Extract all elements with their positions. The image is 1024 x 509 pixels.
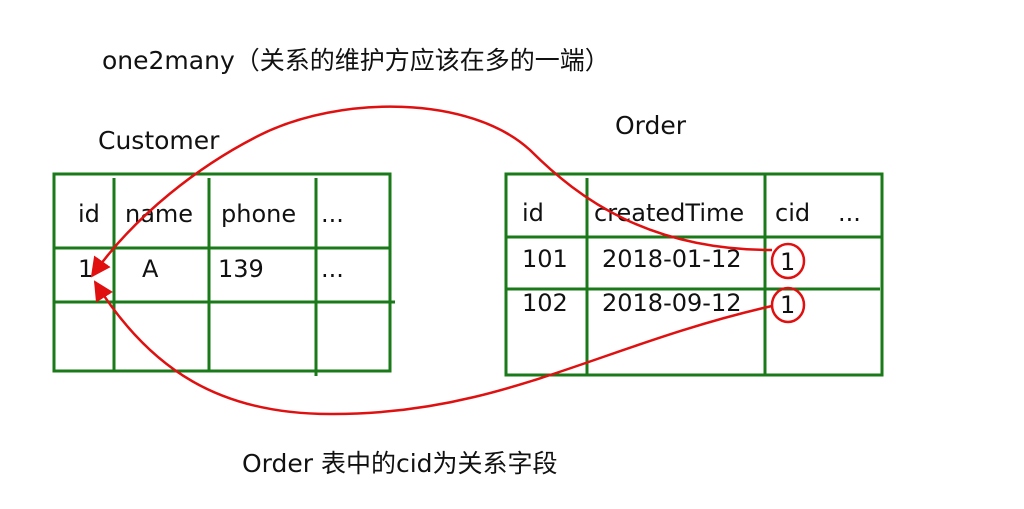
order-header-createdtime: createdTime [594,199,744,227]
customer-cell-name: A [142,255,159,283]
customer-header-more: ... [321,200,344,228]
customer-cell-phone: 139 [218,255,264,283]
order-table: id createdTime cid ... 101 2018-01-12 1 … [504,172,884,377]
customer-header-phone: phone [221,200,296,228]
order-cell-id: 102 [522,289,568,317]
order-cell-createdtime: 2018-09-12 [602,289,741,317]
order-cell-cid: 1 [780,291,795,319]
order-header-id: id [522,199,544,227]
order-header-cid: cid [775,199,810,227]
diagram-canvas: id name phone ... 1 A 139 ... id created… [52,105,884,416]
customer-header-id: id [78,200,100,228]
order-cell-createdtime: 2018-01-12 [602,245,741,273]
order-cell-id: 101 [522,245,568,273]
customer-cell-more: ... [321,255,344,283]
customer-table: id name phone ... 1 A 139 ... [52,172,395,376]
customer-cell-id: 1 [78,255,93,283]
order-cell-cid: 1 [780,248,795,276]
order-header-more: ... [838,199,861,227]
